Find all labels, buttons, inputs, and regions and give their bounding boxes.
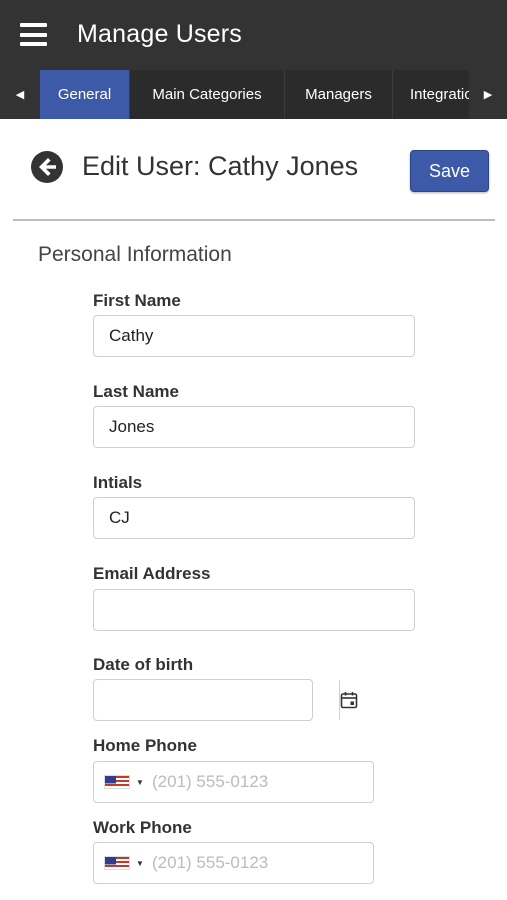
calendar-icon [340, 692, 358, 709]
initials-label: Intials [93, 473, 143, 492]
dob-label: Date of birth [93, 655, 194, 674]
email-label: Email Address [93, 564, 211, 583]
first-name-label: First Name [93, 291, 181, 310]
tab-list: General Main Categories Managers Integra… [40, 70, 469, 119]
circle-arrow-left-icon[interactable] [31, 151, 63, 183]
save-button[interactable]: Save [410, 150, 489, 192]
work-phone-group: ▼ [93, 842, 374, 884]
caret-down-icon: ▼ [136, 858, 144, 868]
triangle-left-icon: ◀ [15, 89, 25, 101]
page-title: Edit User: Cathy Jones [82, 151, 359, 181]
tab-main-categories[interactable]: Main Categories [130, 70, 285, 119]
caret-down-icon: ▼ [136, 777, 144, 787]
dob-field[interactable] [94, 680, 339, 720]
first-name-field[interactable] [93, 315, 415, 357]
section-title: Personal Information [38, 243, 232, 266]
home-phone-field[interactable] [146, 762, 373, 802]
tab-scroll-left-button[interactable]: ◀ [0, 70, 40, 119]
us-flag-icon [104, 856, 130, 870]
page-header: Edit User: Cathy Jones Save [0, 119, 507, 221]
work-phone-field[interactable] [146, 843, 373, 883]
tab-managers[interactable]: Managers [285, 70, 393, 119]
calendar-button[interactable] [339, 680, 358, 720]
home-phone-label: Home Phone [93, 736, 197, 755]
header-divider [13, 219, 495, 221]
home-phone-group: ▼ [93, 761, 374, 803]
work-phone-label: Work Phone [93, 818, 192, 837]
tab-scroll-right-button[interactable]: ▶ [469, 70, 507, 119]
home-phone-country-select[interactable]: ▼ [94, 762, 146, 802]
tab-general[interactable]: General [40, 70, 130, 119]
initials-field[interactable] [93, 497, 415, 539]
app-title: Manage Users [77, 20, 242, 48]
app-bar: Manage Users [0, 0, 507, 70]
triangle-right-icon: ▶ [483, 89, 493, 101]
last-name-label: Last Name [93, 382, 179, 401]
dob-picker [93, 679, 358, 721]
email-field[interactable] [93, 589, 415, 631]
last-name-field[interactable] [93, 406, 415, 448]
tab-integrations[interactable]: Integrations [393, 70, 469, 119]
hamburger-menu-icon[interactable] [20, 23, 47, 46]
tab-bar: ◀ General Main Categories Managers Integ… [0, 70, 507, 119]
us-flag-icon [104, 775, 130, 789]
work-phone-country-select[interactable]: ▼ [94, 843, 146, 883]
